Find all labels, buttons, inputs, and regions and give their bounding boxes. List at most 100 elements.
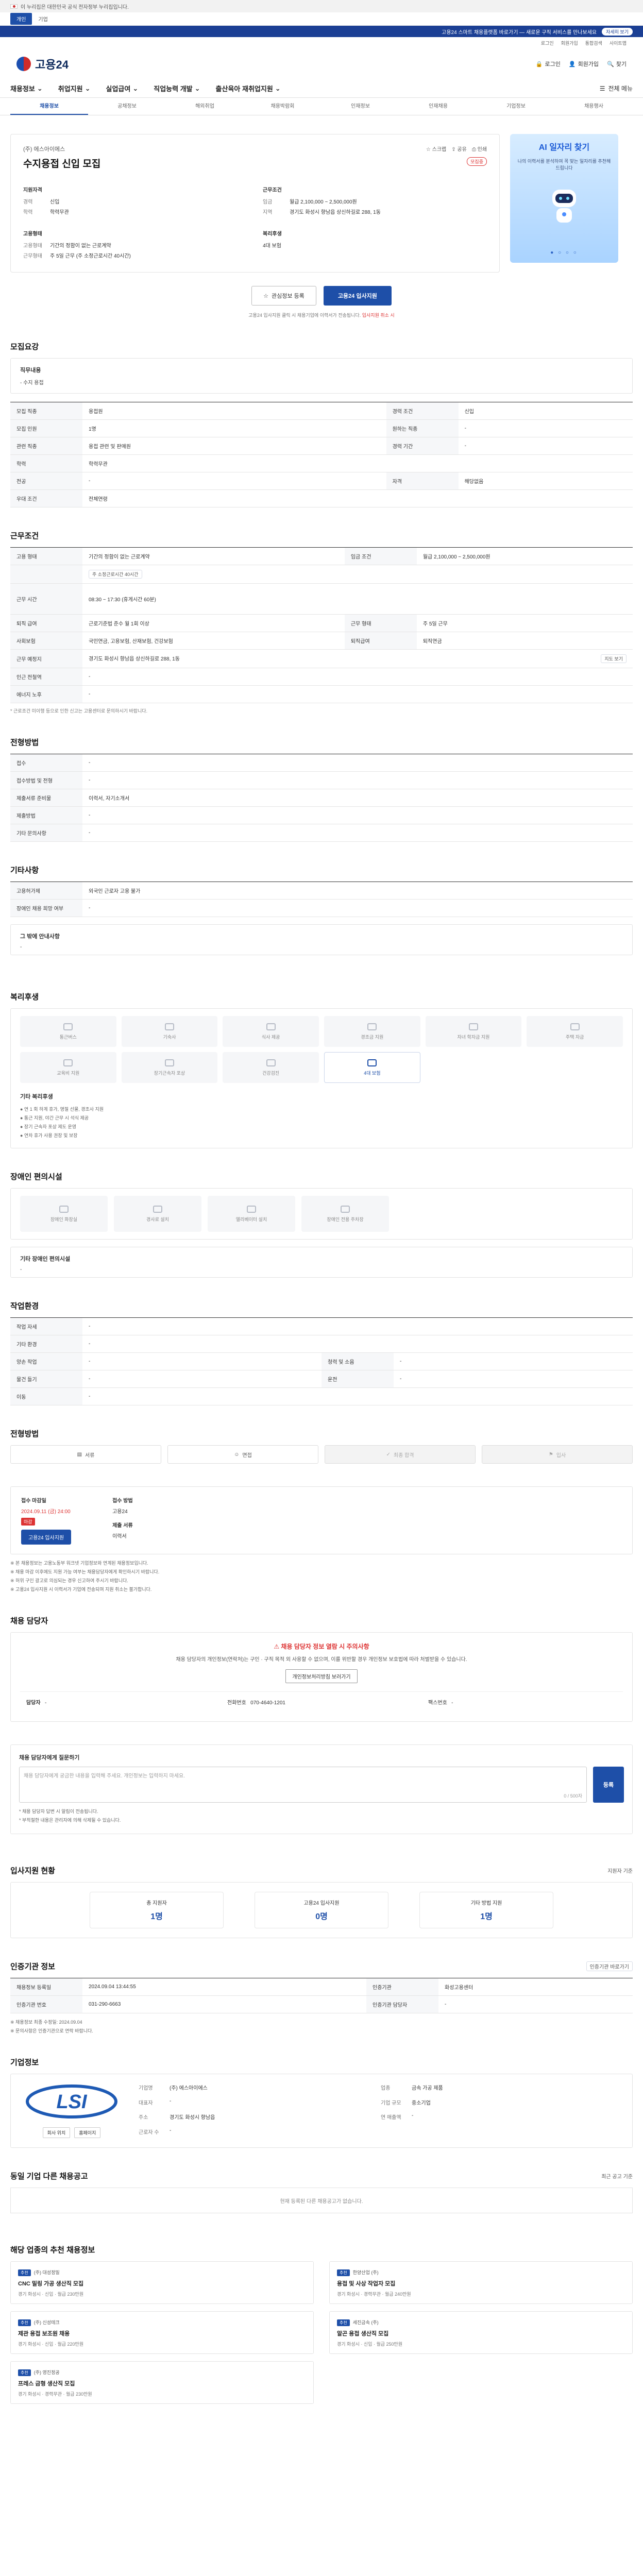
inquiry-input[interactable]: 채용 담당자에게 궁금한 내용을 입력해 주세요. 개인정보는 입력하지 마세요…	[19, 1767, 587, 1803]
recommend-card[interactable]: 추천 (주) 대성정밀 CNC 밀링 가공 생산직 모집 경기 화성시 · 신입 · …	[10, 2261, 314, 2304]
lnb-item[interactable]: 해외취업	[166, 98, 244, 115]
privacy-policy-button[interactable]: 개인정보처리방침 보러가기	[285, 1669, 358, 1683]
company-homepage-button[interactable]: 홈페이지	[74, 2127, 101, 2138]
work-location: 경기도 화성시 향남읍 상신하길로 288, 1동	[89, 656, 180, 662]
company-location-button[interactable]: 회사 위치	[42, 2127, 71, 2138]
lnb-item[interactable]: 채용행사	[555, 98, 633, 115]
gnb-menu-parental[interactable]: 출산육아 재취업지원 ⌄	[216, 83, 281, 93]
inquiry-box: 채용 담당자에게 질문하기 채용 담당자에게 궁금한 내용을 입력해 주세요. …	[10, 1744, 633, 1834]
deadline-date: 2024.09.11 (금) 24:00	[21, 1509, 71, 1515]
table-cell: 용접원	[82, 402, 386, 420]
gnb-menu-benefit[interactable]: 실업급여 ⌄	[106, 83, 139, 93]
site-header: 고용24 🔒 로그인 👤 회원가입 🔍 찾기	[0, 48, 643, 79]
header-login[interactable]: 🔒 로그인	[536, 60, 561, 68]
map-button[interactable]: 지도 보기	[601, 654, 627, 663]
gnb-label: 직업능력 개발	[154, 85, 193, 93]
warning-text: 채용 담당자의 개인정보(연락처)는 구인 · 구직 목적 외 사용할 수 없으…	[176, 1657, 467, 1663]
inquiry-row: 채용 담당자에게 궁금한 내용을 입력해 주세요. 개인정보는 입력하지 마세요…	[19, 1767, 624, 1803]
welfare-insurance: 4대 보험	[324, 1052, 420, 1083]
gnb-menu-support[interactable]: 취업지원 ⌄	[58, 83, 91, 93]
print-button[interactable]: ⎙ 인쇄	[472, 145, 487, 152]
status-badge: 모집중	[467, 157, 487, 166]
site-logo[interactable]: 고용24	[16, 56, 69, 72]
info-row: 지역 경기도 화성시 향남읍 상신하길로 288, 1동	[263, 208, 487, 215]
recruit-table: 모집 직종 용접원 경력 조건 신입 모집 인원 1명 원하는 직종 - 관련 직종 용접 관…	[10, 402, 633, 507]
promo-button[interactable]: 자세히 보기	[602, 27, 633, 36]
company-key: 주소	[139, 2115, 148, 2121]
chevron-down-icon: ⌄	[194, 84, 200, 92]
hamburger-icon: ☰	[599, 84, 605, 92]
table-row: 근무 시간 08:30 ~ 17:30 (휴게시간 60분)	[10, 583, 633, 615]
deadline-apply-button[interactable]: 고용24 입사지원	[21, 1530, 72, 1545]
table-row: 전공 - 자격 해당없음	[10, 472, 633, 490]
header-find[interactable]: 🔍 찾기	[607, 60, 627, 68]
table-header: 이동	[10, 1387, 82, 1405]
info-title: 복리후생	[263, 231, 282, 237]
step-label: 서류	[85, 1452, 95, 1459]
stat-card: 기타 방법 지원 1명	[419, 1892, 553, 1928]
lnb-item[interactable]: 인재채용	[399, 98, 477, 115]
welfare-empty	[426, 1052, 522, 1083]
header-signup[interactable]: 👤 회원가입	[569, 60, 599, 68]
util-search[interactable]: 통합검색	[585, 40, 602, 46]
lnb-item[interactable]: 기업정보	[477, 98, 555, 115]
util-login[interactable]: 로그인	[541, 40, 554, 46]
recommend-card[interactable]: 추천 (주) 영진정공 프레스 금형 생산직 모집 경기 화성시 · 경력무관 · 월…	[10, 2361, 314, 2404]
recommend-company: 세진금속 (주)	[352, 2320, 379, 2325]
recommend-card[interactable]: 추천 한양산업 (주) 용접 및 사상 작업자 모집 경기 화성시 · 경력무관 · …	[329, 2261, 633, 2304]
table-header: 인증기관 담당자	[366, 1995, 438, 2013]
recommend-card[interactable]: 추천 세진금속 (주) 알곤 용접 생산직 모집 경기 화성시 · 신입 · 월급 2…	[329, 2311, 633, 2354]
all-menu-button[interactable]: ☰ 전체 메뉴	[600, 84, 633, 93]
lnb-item[interactable]: 채용박람회	[244, 98, 321, 115]
info-title: 근무조건	[263, 188, 282, 193]
print-label: 인쇄	[477, 147, 487, 152]
tab-personal[interactable]: 개인	[10, 13, 32, 25]
apply-method-table: 접수 - 접수방법 및 전형 - 제출서류 준비물 이력서, 자기소개서 제출방법 - …	[10, 754, 633, 842]
recruit-section: 모집요강 직무내용 - 수지 용접 모집 직종 용접원 경력 조건 신입 모집 인원 1…	[0, 341, 643, 507]
register-interest-button[interactable]: ☆ 관심정보 등록	[251, 286, 316, 306]
agency-link-button[interactable]: 인증기관 바로가기	[586, 1961, 633, 1971]
table-row: 모집 직종 용접원 경력 조건 신입	[10, 402, 633, 420]
welfare-label: 교육비 지원	[57, 1070, 80, 1076]
table-row: 우대 조건 전체연령	[10, 489, 633, 507]
header-login-label: 로그인	[545, 61, 561, 67]
util-sitemap[interactable]: 사이트맵	[610, 40, 627, 46]
lnb-item[interactable]: 채용정보	[10, 98, 88, 115]
work-note: * 근로조건 미이행 등으로 인한 신고는 고용센터로 문의하시기 바랍니다.	[10, 708, 148, 714]
table-row: 사회보험 국민연금, 고용보험, 산재보험, 건강보험 퇴직급여 퇴직연금	[10, 632, 633, 650]
table-cell: -	[458, 437, 633, 455]
ai-job-banner[interactable]: AI 일자리 찾기 나의 이력서를 분석하여 꼭 맞는 일자리를 추천해 드립니…	[510, 134, 618, 263]
process-step: ✓ 최종 합격	[325, 1445, 476, 1464]
graduation-icon	[468, 1023, 478, 1030]
process-step: ☺ 면접	[167, 1445, 318, 1464]
table-header: 퇴직급여	[344, 632, 417, 650]
gnb-menu-training[interactable]: 직업능력 개발 ⌄	[154, 83, 200, 93]
recommend-title: 제관 용접 보조원 채용	[18, 2331, 70, 2337]
share-button[interactable]: ⇪ 공유	[451, 145, 467, 152]
tab-company[interactable]: 기업	[32, 13, 54, 25]
table-cell: -	[82, 1317, 633, 1335]
contact-name: 담당자 -	[20, 1692, 221, 1712]
inquiry-submit-button[interactable]: 등록	[593, 1767, 624, 1803]
section-title: 장애인 편의시설	[10, 1173, 62, 1181]
promo-text: 고용24 스마트 채용플랫폼 바로가기 — 새로운 구직 서비스를 만나보세요	[442, 29, 597, 36]
scrap-button[interactable]: ☆ 스크랩	[426, 145, 446, 152]
stat-value: 1명	[150, 1912, 163, 1921]
welfare-meal: 식사 제공	[223, 1016, 319, 1047]
gnb-menu-jobs[interactable]: 채용정보 ⌄	[10, 83, 43, 93]
other-jobs-title: 동일 기업 다른 채용공고	[10, 2172, 88, 2181]
recommend-badge: 추천	[18, 2269, 31, 2276]
table-row: 기타 환경 -	[10, 1335, 633, 1353]
table-header: 자격	[386, 472, 459, 490]
banner-pagination[interactable]: ● ○ ○ ○	[510, 250, 618, 256]
table-header: 임금 조건	[344, 547, 417, 565]
recommend-card[interactable]: 추천 (주) 신성테크 제관 용접 보조원 채용 경기 화성시 · 신입 · 월급 2…	[10, 2311, 314, 2354]
apply-button[interactable]: 고용24 입사지원	[323, 286, 392, 306]
table-row: 주 소정근로시간 40시간	[10, 565, 633, 584]
stat-label: 고용24 입사지원	[303, 1901, 340, 1906]
lnb-item[interactable]: 인재정보	[321, 98, 399, 115]
util-signup[interactable]: 회원가입	[561, 40, 578, 46]
lnb-item[interactable]: 공채정보	[88, 98, 166, 115]
header-links: 🔒 로그인 👤 회원가입 🔍 찾기	[536, 60, 627, 68]
etc-info-box: 그 밖에 안내사항 -	[10, 924, 633, 955]
